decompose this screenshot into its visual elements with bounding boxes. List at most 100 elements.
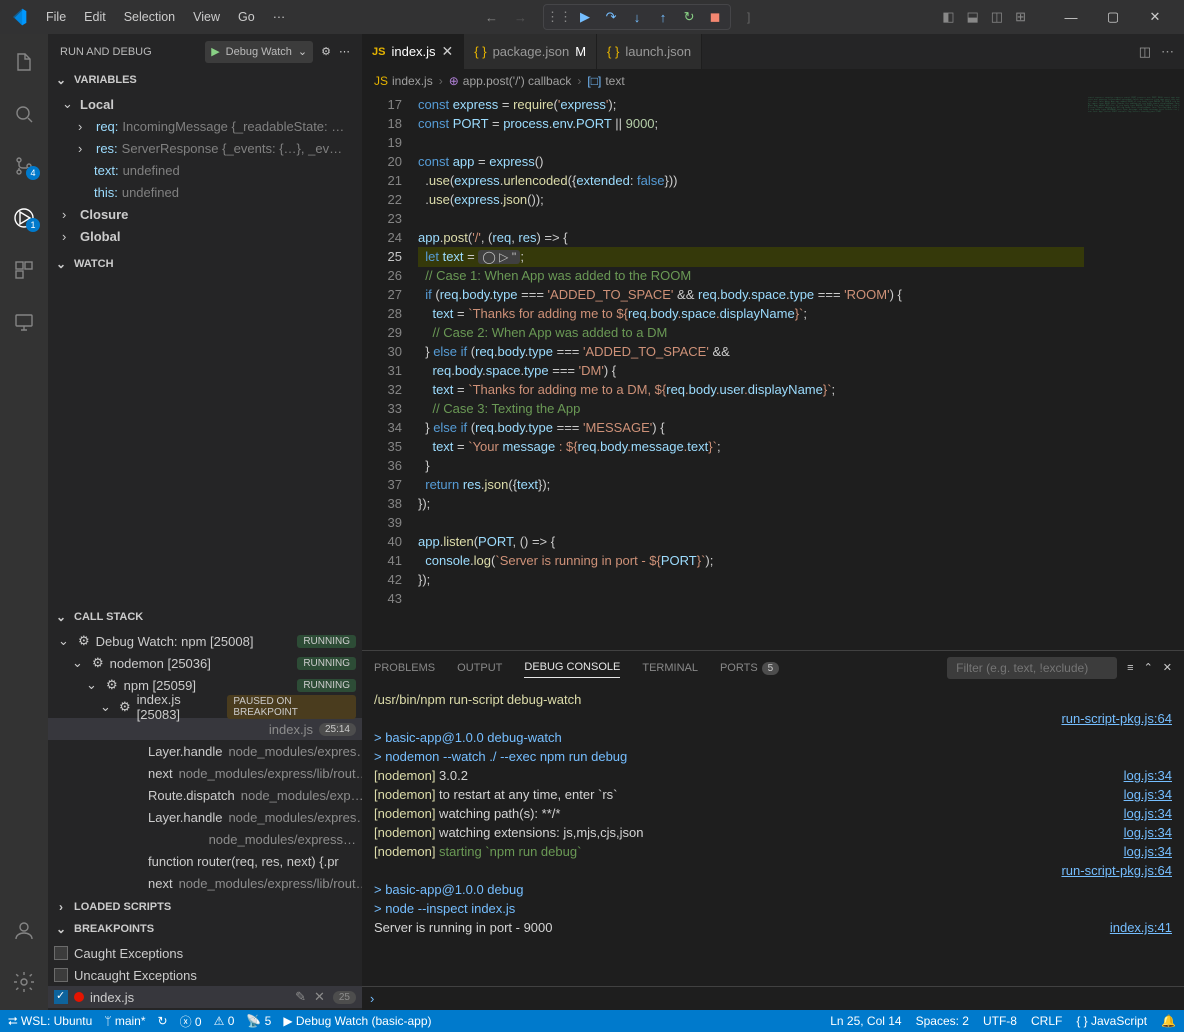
menu-edit[interactable]: Edit [76, 6, 114, 28]
nav-back-icon[interactable]: ← [485, 10, 498, 25]
menu-selection[interactable]: Selection [116, 6, 183, 28]
stack-frame[interactable]: Layer.handlenode_modules/expres… [48, 740, 362, 762]
callstack-node[interactable]: ⌄⚙index.js [25083]PAUSED ON BREAKPOINT [48, 696, 362, 718]
section-watch[interactable]: ⌄WATCH [48, 253, 362, 275]
breakpoint-toggle[interactable]: Caught Exceptions [48, 942, 362, 964]
panel-close-icon[interactable]: ✕ [1163, 661, 1172, 674]
notifications-icon[interactable]: 🔔 [1161, 1014, 1176, 1028]
split-editor-icon[interactable]: ◫ [1139, 44, 1151, 60]
tab-launch.json[interactable]: { }launch.json [597, 34, 702, 69]
debug-drag-icon[interactable]: ⋮⋮ [550, 8, 568, 26]
status-item[interactable]: Spaces: 2 [916, 1014, 969, 1028]
more-icon[interactable]: ⋯ [1161, 44, 1174, 60]
chevron-up-icon[interactable]: ⌃ [1144, 661, 1153, 674]
status-branch[interactable]: ᛘ main* [104, 1014, 145, 1028]
callstack-node[interactable]: ⌄⚙nodemon [25036]RUNNING [48, 652, 362, 674]
nav-fwd-icon[interactable]: → [514, 10, 527, 25]
stack-frame[interactable]: nextnode_modules/express/lib/rout… [48, 762, 362, 784]
filter-options-icon[interactable]: ≡ [1127, 662, 1133, 674]
activity-search-icon[interactable] [0, 94, 48, 134]
section-callstack[interactable]: ⌄CALL STACK [48, 606, 362, 628]
section-variables[interactable]: ⌄VARIABLES [48, 69, 362, 91]
status-sync[interactable]: ↻ [158, 1014, 168, 1028]
status-item[interactable]: CRLF [1031, 1014, 1062, 1028]
debug-step-over-icon[interactable]: ↷ [602, 8, 620, 26]
section-loaded-scripts[interactable]: ›LOADED SCRIPTS [48, 896, 362, 918]
launch-config-selector[interactable]: ▶ Debug Watch ⌄ [205, 41, 313, 63]
stack-frame[interactable]: function router(req, res, next) {.pr [48, 850, 362, 872]
status-item[interactable]: Ln 25, Col 14 [830, 1014, 901, 1028]
activity-explorer-icon[interactable] [0, 42, 48, 82]
debug-step-into-icon[interactable]: ↓ [628, 8, 646, 26]
window-close-button[interactable]: ✕ [1134, 0, 1176, 34]
window-maximize-button[interactable]: ▢ [1092, 0, 1134, 34]
menu-go[interactable]: Go [230, 6, 263, 28]
debug-step-out-icon[interactable]: ↑ [654, 8, 672, 26]
layout-grid-icon[interactable]: ⊞ [1015, 9, 1026, 25]
scope-local[interactable]: ⌄Local [48, 93, 362, 115]
menu-file[interactable]: File [38, 6, 74, 28]
status-radio[interactable]: 📡 5 [246, 1014, 271, 1028]
layout-panel-icon[interactable]: ⬓ [967, 9, 979, 25]
menu-···[interactable]: ··· [265, 6, 294, 28]
status-error[interactable]: ⓧ 0 [180, 1013, 202, 1030]
section-breakpoints[interactable]: ⌄BREAKPOINTS [48, 918, 362, 940]
console-source-link[interactable]: log.js:34 [1124, 785, 1172, 804]
status-item[interactable]: UTF-8 [983, 1014, 1017, 1028]
var-row[interactable]: this: undefined [48, 181, 362, 203]
callstack-node[interactable]: ⌄⚙Debug Watch: npm [25008]RUNNING [48, 630, 362, 652]
layout-side-icon[interactable]: ◧ [942, 9, 954, 25]
stack-frame[interactable]: Route.dispatchnode_modules/exp… [48, 784, 362, 806]
panel-tab-ports[interactable]: PORTS5 [720, 658, 779, 678]
var-row[interactable]: ›req: IncomingMessage {_readableState: … [48, 115, 362, 137]
activity-extensions-icon[interactable] [0, 250, 48, 290]
status-remote[interactable]: ⮂ WSL: Ubuntu [8, 1014, 92, 1029]
layout-split-icon[interactable]: ◫ [991, 9, 1003, 25]
console-source-link[interactable]: log.js:34 [1124, 804, 1172, 823]
console-source-link[interactable]: log.js:34 [1124, 766, 1172, 785]
activity-remote-icon[interactable] [0, 302, 48, 342]
console-line: [nodemon] starting `npm run debug`log.js… [374, 842, 1172, 861]
activity-account-icon[interactable] [0, 910, 48, 950]
console-source-link[interactable]: log.js:34 [1124, 842, 1172, 861]
tab-index.js[interactable]: JSindex.js✕ [362, 34, 464, 69]
minimap[interactable]: const express require express const PORT… [1084, 93, 1184, 650]
stack-frame[interactable]: Layer.handlenode_modules/expres… [48, 806, 362, 828]
gear-icon[interactable]: ⚙ [321, 45, 331, 58]
panel-tab-terminal[interactable]: TERMINAL [642, 658, 698, 678]
menu-view[interactable]: View [185, 6, 228, 28]
status-debug[interactable]: ▶ Debug Watch (basic-app) [283, 1014, 431, 1028]
status-item[interactable]: { } JavaScript [1076, 1014, 1147, 1028]
console-filter-input[interactable] [947, 657, 1117, 679]
console-source-link[interactable]: run-script-pkg.js:64 [1061, 709, 1172, 728]
activity-settings-icon[interactable] [0, 962, 48, 1002]
debug-console-input[interactable]: › [362, 986, 1184, 1010]
breakpoint-toggle[interactable]: Uncaught Exceptions [48, 964, 362, 986]
more-icon[interactable]: ⋯ [339, 45, 350, 58]
scope-global[interactable]: ›Global [48, 225, 362, 247]
breakpoint-file[interactable]: index.js✎✕25 [48, 986, 362, 1008]
console-source-link[interactable]: run-script-pkg.js:64 [1061, 861, 1172, 880]
var-row[interactable]: text: undefined [48, 159, 362, 181]
panel-tab-problems[interactable]: PROBLEMS [374, 658, 435, 678]
activity-scm-icon[interactable]: 4 [0, 146, 48, 186]
window-minimize-button[interactable]: — [1050, 0, 1092, 34]
breadcrumbs[interactable]: JS index.js › ⊕ app.post('/') callback ›… [362, 69, 1184, 93]
debug-continue-icon[interactable]: ▶ [576, 8, 594, 26]
panel-tab-debug-console[interactable]: DEBUG CONSOLE [524, 657, 620, 678]
editor-body[interactable]: 171819202122232425▶262728293031323334353… [362, 93, 1184, 650]
var-row[interactable]: ›res: ServerResponse {_events: {…}, _ev… [48, 137, 362, 159]
scope-closure[interactable]: ›Closure [48, 203, 362, 225]
tab-package.json[interactable]: { }package.jsonM [464, 34, 597, 69]
debug-restart-icon[interactable]: ↻ [680, 8, 698, 26]
tab-close-icon[interactable]: ✕ [442, 43, 454, 60]
stack-frame[interactable]: node_modules/express… [48, 828, 362, 850]
console-source-link[interactable]: index.js:41 [1110, 918, 1172, 937]
debug-stop-icon[interactable]: ◼ [706, 8, 724, 26]
activity-debug-icon[interactable]: 1 [0, 198, 48, 238]
stack-frame[interactable]: nextnode_modules/express/lib/rout… [48, 872, 362, 894]
status-warning[interactable]: ⚠ 0 [214, 1014, 235, 1028]
console-source-link[interactable]: log.js:34 [1124, 823, 1172, 842]
panel-tab-output[interactable]: OUTPUT [457, 658, 502, 678]
debug-console[interactable]: /usr/bin/npm run-script debug-watchrun-s… [362, 684, 1184, 986]
